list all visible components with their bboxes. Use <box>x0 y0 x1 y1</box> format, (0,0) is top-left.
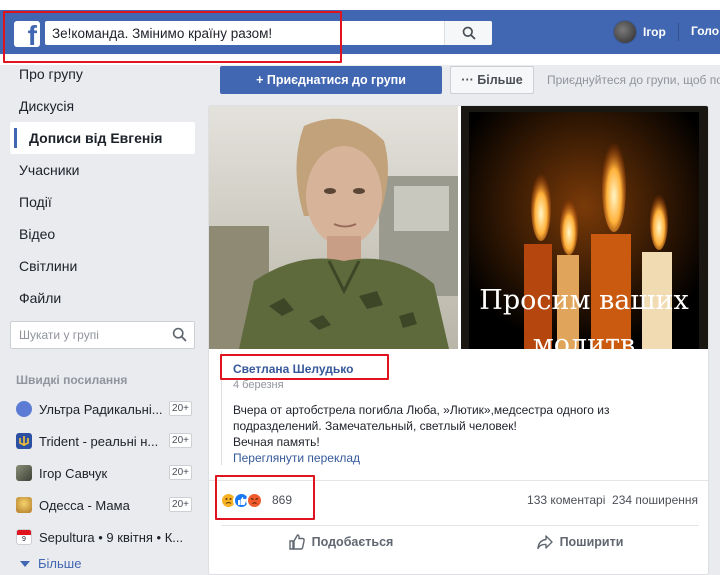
search-icon[interactable] <box>172 327 187 342</box>
nav-item-discussion[interactable]: Дискусія <box>0 90 205 122</box>
shortcut-label: Одесса - Мама <box>39 497 130 513</box>
image-caption-line1: Просим ваших <box>479 285 689 316</box>
nav-item-posts-by-evgeniy[interactable]: Дописи від Евгенія <box>10 122 195 154</box>
nav-item-about[interactable]: Про групу <box>0 58 205 90</box>
profile-link[interactable]: Ігор <box>613 20 666 44</box>
group-photo-icon <box>16 497 32 513</box>
group-sidebar-nav: Про групу Дискусія Дописи від Евгенія Уч… <box>0 58 205 314</box>
shortcut-item[interactable]: Ультра Радикальні... 20+ <box>16 393 196 425</box>
count-badge: 20+ <box>169 465 192 480</box>
shortcut-label: Ігор Савчук <box>39 465 108 481</box>
portrait-image <box>209 106 458 349</box>
nav-label: Світлини <box>19 258 78 274</box>
nav-item-files[interactable]: Файли <box>0 282 205 314</box>
header-divider <box>678 23 679 41</box>
image-caption-line2: молитв <box>532 329 636 350</box>
shortcut-label: Ультра Радикальні... <box>39 401 163 417</box>
user-name: Ігор <box>643 25 666 39</box>
search-button[interactable] <box>444 21 492 45</box>
post-text-line: Вчера от артобстрела погибла Люба, »Люти… <box>233 403 610 417</box>
trident-icon <box>16 433 32 449</box>
shortcuts-more-link[interactable]: Більше <box>20 556 81 571</box>
join-hint-text: Приєднуйтеся до групи, щоб по <box>547 73 720 87</box>
search-icon <box>462 26 476 40</box>
group-search-input[interactable]: Шукати у групі <box>10 321 195 349</box>
logo-letter: f <box>27 21 37 48</box>
nav-item-videos[interactable]: Відео <box>0 218 205 250</box>
post-text-line: Вечная память! <box>233 435 320 449</box>
nav-label: Дискусія <box>19 98 75 114</box>
share-button[interactable]: Поширити <box>460 526 699 557</box>
facebook-logo-icon[interactable]: f <box>14 21 40 47</box>
nav-item-events[interactable]: Події <box>0 186 205 218</box>
profile-photo-icon <box>16 465 32 481</box>
search-input[interactable]: Зе!команда. Змінимо країну разом! <box>45 26 444 41</box>
home-link[interactable]: Голо <box>691 24 719 38</box>
group-search-placeholder: Шукати у групі <box>19 328 99 342</box>
post-date[interactable]: 4 березня <box>233 379 699 391</box>
group-icon <box>16 401 32 417</box>
shortcut-item[interactable]: Trident - реальні н... 20+ <box>16 425 196 457</box>
more-label: Більше <box>38 556 82 571</box>
see-translation-link[interactable]: Переглянути переклад <box>233 451 699 465</box>
post-author-link[interactable]: Светлана Шелудько <box>233 362 699 376</box>
nav-label: Учасники <box>19 162 80 178</box>
join-group-button[interactable]: + Приєднатися до групи <box>220 66 442 94</box>
candles-image: Просим ваших молитв <box>469 112 699 349</box>
angry-reaction-icon <box>246 492 263 509</box>
shortcut-item[interactable]: 9 Sepultura • 9 квітня • К... <box>16 521 196 553</box>
nav-item-photos[interactable]: Світлини <box>0 250 205 282</box>
more-options-button[interactable]: ··· Більше <box>450 66 534 94</box>
shortcut-item[interactable]: Ігор Савчук 20+ <box>16 457 196 489</box>
shortcut-label: Sepultura • 9 квітня • К... <box>39 529 184 545</box>
shares-count-link[interactable]: 234 поширення <box>612 493 698 507</box>
post-text: Вчера от артобстрела погибла Люба, »Люти… <box>233 402 673 450</box>
avatar <box>613 20 637 44</box>
share-arrow-icon <box>536 534 553 549</box>
post-photo-portrait[interactable] <box>209 106 458 349</box>
calendar-icon: 9 <box>16 529 32 545</box>
post-text-line: подразделений. Замечательный, светлый че… <box>233 419 517 433</box>
post-photo-candles[interactable]: Просим ваших молитв <box>461 106 708 349</box>
nav-label: Файли <box>19 290 62 306</box>
nav-label: Про групу <box>19 66 83 82</box>
reaction-icons[interactable] <box>220 492 263 509</box>
shortcut-label: Trident - реальні н... <box>39 433 159 449</box>
global-search-field[interactable]: Зе!команда. Змінимо країну разом! <box>45 21 492 45</box>
comments-shares-count: 133 коментарі 234 поширення <box>527 493 698 507</box>
share-label: Поширити <box>559 534 624 549</box>
shortcut-item[interactable]: Одесса - Мама 20+ <box>16 489 196 521</box>
count-badge: 20+ <box>169 497 192 512</box>
like-button[interactable]: Подобається <box>221 526 460 557</box>
reactions-bar: 869 133 коментарі 234 поширення <box>209 480 708 518</box>
count-badge: 20+ <box>169 401 192 416</box>
comments-count-link[interactable]: 133 коментарі <box>527 493 605 507</box>
shortcuts-heading: Швидкі посилання <box>16 373 128 387</box>
like-label: Подобається <box>311 534 394 549</box>
post-action-buttons: Подобається Поширити <box>221 525 699 557</box>
post-body: Светлана Шелудько 4 березня Вчера от арт… <box>221 351 699 465</box>
nav-label: Події <box>19 194 52 210</box>
shortcuts-list: Ультра Радикальні... 20+ Trident - реаль… <box>16 393 196 553</box>
thumbs-up-icon <box>288 533 305 550</box>
nav-label: Дописи від Евгенія <box>29 130 163 146</box>
nav-label: Відео <box>19 226 56 242</box>
count-badge: 20+ <box>169 433 192 448</box>
nav-item-members[interactable]: Учасники <box>0 154 205 186</box>
chevron-down-icon <box>20 560 30 567</box>
group-actions-bar: + Приєднатися до групи ··· Більше Приєдн… <box>220 66 720 94</box>
reaction-count[interactable]: 869 <box>272 493 292 507</box>
shared-post-card: Просим ваших молитв Светлана Шелудько 4 … <box>208 105 709 575</box>
